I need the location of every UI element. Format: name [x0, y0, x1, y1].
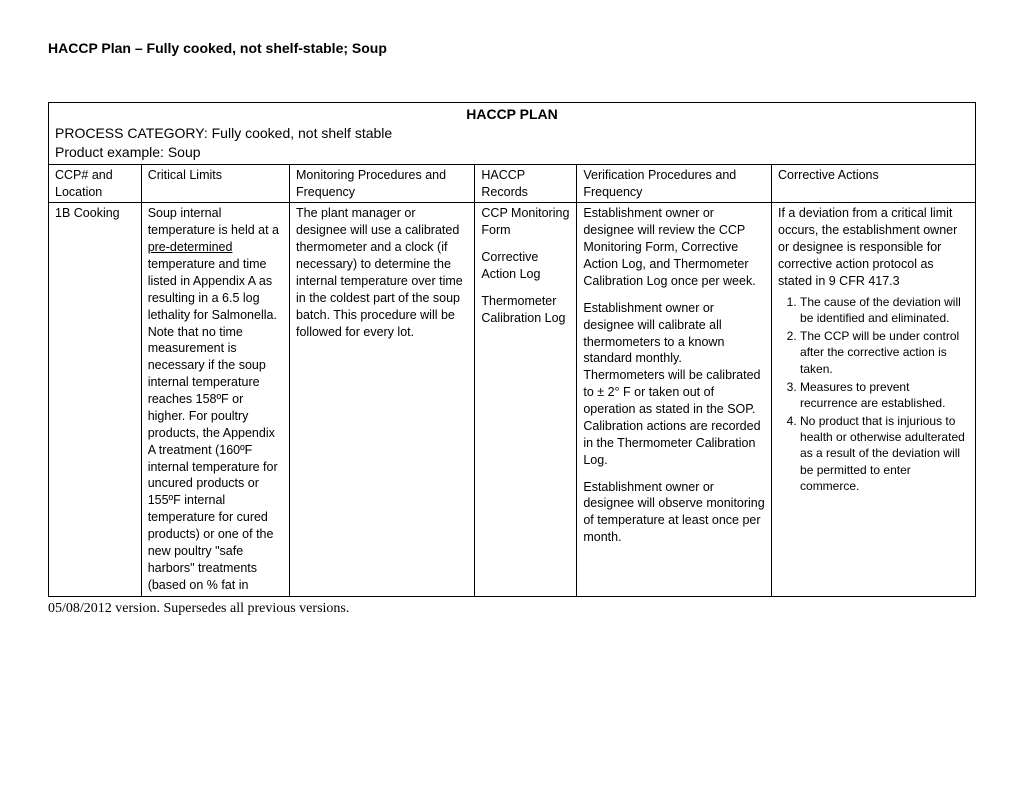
document-title: HACCP Plan – Fully cooked, not shelf-sta… [48, 40, 976, 56]
cell-records: CCP Monitoring Form Corrective Action Lo… [475, 203, 577, 596]
cell-corrective: If a deviation from a critical limit occ… [772, 203, 976, 596]
corrective-item: No product that is injurious to health o… [800, 413, 969, 494]
cell-limits: Soup internal temperature is held at a p… [141, 203, 289, 596]
records-2: Corrective Action Log [481, 249, 570, 283]
cell-ccp: 1B Cooking [49, 203, 142, 596]
header-ccp: CCP# and Location [49, 164, 142, 203]
limits-underlined: pre-determined [148, 240, 233, 254]
table-title: HACCP PLAN [55, 105, 969, 124]
cell-verification: Establishment owner or designee will rev… [577, 203, 772, 596]
header-row: CCP# and Location Critical Limits Monito… [49, 164, 976, 203]
limits-post: temperature and time listed in Appendix … [148, 257, 278, 592]
corrective-item: Measures to prevent recurrence are estab… [800, 379, 969, 411]
limits-pre: Soup internal temperature is held at a [148, 206, 279, 237]
verification-3: Establishment owner or designee will obs… [583, 479, 765, 547]
process-category: PROCESS CATEGORY: Fully cooked, not shel… [55, 124, 969, 143]
header-limits: Critical Limits [141, 164, 289, 203]
haccp-table: HACCP PLAN PROCESS CATEGORY: Fully cooke… [48, 102, 976, 597]
product-example: Product example: Soup [55, 143, 969, 162]
corrective-intro: If a deviation from a critical limit occ… [778, 206, 957, 288]
data-row: 1B Cooking Soup internal temperature is … [49, 203, 976, 596]
footer-version: 05/08/2012 version. Supersedes all previ… [48, 601, 976, 617]
verification-1: Establishment owner or designee will rev… [583, 205, 765, 289]
cell-monitoring: The plant manager or designee will use a… [290, 203, 475, 596]
corrective-item: The cause of the deviation will be ident… [800, 294, 969, 326]
corrective-item: The CCP will be under control after the … [800, 328, 969, 377]
header-monitoring: Monitoring Procedures and Frequency [290, 164, 475, 203]
records-3: Thermometer Calibration Log [481, 293, 570, 327]
header-verification: Verification Procedures and Frequency [577, 164, 772, 203]
header-corrective: Corrective Actions [772, 164, 976, 203]
corrective-list: The cause of the deviation will be ident… [778, 294, 969, 494]
header-records: HACCP Records [475, 164, 577, 203]
verification-2: Establishment owner or designee will cal… [583, 300, 765, 469]
records-1: CCP Monitoring Form [481, 205, 570, 239]
